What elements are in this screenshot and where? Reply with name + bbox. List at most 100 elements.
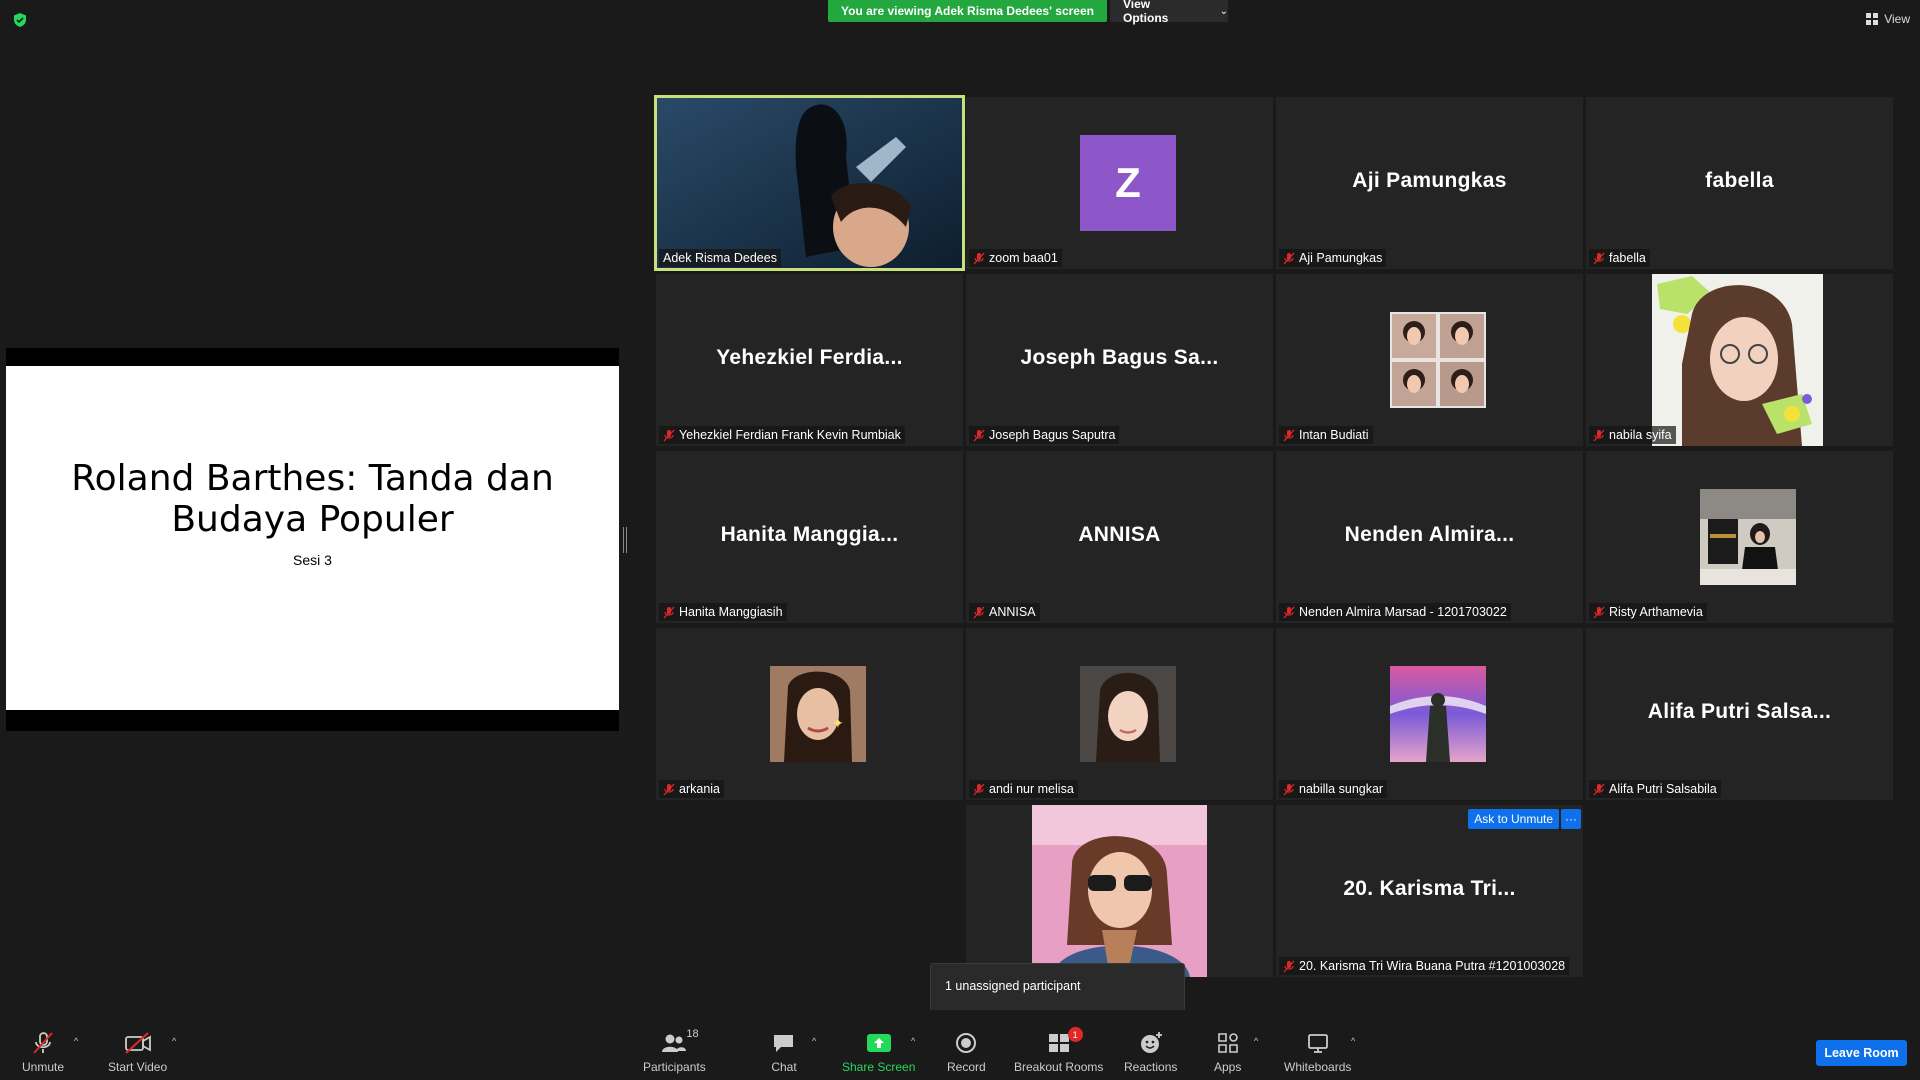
participant-tile-nabilla-sungkar[interactable]: nabilla sungkar — [1276, 628, 1583, 800]
participant-tile-yehezkiel[interactable]: Yehezkiel Ferdia... Yehezkiel Ferdian Fr… — [656, 274, 963, 446]
profile-picture — [1080, 666, 1176, 762]
gallery-grid-icon — [1866, 13, 1879, 25]
participant-display-name: ANNISA — [1078, 523, 1161, 546]
apps-options-caret-icon[interactable]: ^ — [1254, 1036, 1258, 1046]
chat-button[interactable]: Chat — [771, 1030, 797, 1074]
chat-icon — [771, 1030, 797, 1056]
participant-tile-karisma[interactable]: Ask to Unmute ··· 20. Karisma Tri... 20.… — [1276, 805, 1583, 977]
record-label: Record — [947, 1060, 986, 1074]
apps-button[interactable]: Apps — [1214, 1030, 1241, 1074]
slide-title: Roland Barthes: Tanda dan Budaya Populer — [6, 458, 619, 540]
unassigned-participant-tooltip[interactable]: 1 unassigned participant — [930, 963, 1185, 1017]
participant-name-label: nabila syifa — [1589, 426, 1676, 444]
participant-display-name: Joseph Bagus Sa... — [1020, 346, 1219, 369]
unmute-button[interactable]: Unmute — [22, 1030, 64, 1074]
participant-tile-aji[interactable]: Aji Pamungkas Aji Pamungkas — [1276, 97, 1583, 269]
participant-name-label: 20. Karisma Tri Wira Buana Putra #120100… — [1279, 957, 1570, 975]
participant-name-label: Adek Risma Dedees — [659, 249, 781, 267]
mic-muted-icon — [1593, 429, 1605, 441]
participant-name-label: zoom baa01 — [969, 249, 1062, 267]
ask-to-unmute-button[interactable]: Ask to Unmute — [1468, 809, 1559, 829]
breakout-rooms-label: Breakout Rooms — [1014, 1060, 1104, 1074]
participant-tile-risty[interactable]: Risty Arthamevia — [1586, 451, 1893, 623]
participant-tile-zoom-baa01[interactable]: Z zoom baa01 — [966, 97, 1273, 269]
leave-room-button[interactable]: Leave Room — [1816, 1040, 1907, 1066]
mic-muted-icon — [1283, 429, 1295, 441]
participant-name-label: nabilla sungkar — [1279, 780, 1388, 798]
participant-name-label: Nenden Almira Marsad - 1201703022 — [1279, 603, 1511, 621]
mic-muted-icon — [663, 606, 675, 618]
mic-muted-icon — [973, 783, 985, 795]
mic-muted-icon — [1283, 606, 1295, 618]
chevron-down-icon: ⌄ — [1219, 5, 1228, 17]
share-options-caret-icon[interactable]: ^ — [911, 1036, 915, 1046]
audio-options-caret-icon[interactable]: ^ — [74, 1036, 78, 1046]
mic-muted-icon — [663, 429, 675, 441]
participants-count: 18 — [686, 1028, 699, 1040]
participant-name-label: Intan Budiati — [1279, 426, 1373, 444]
profile-picture — [1390, 666, 1486, 762]
apps-label: Apps — [1214, 1060, 1242, 1074]
participant-tile-hanita[interactable]: Hanita Manggia... Hanita Manggiasih — [656, 451, 963, 623]
participant-tile-adek[interactable]: Adek Risma Dedees — [654, 95, 965, 271]
share-screen-label: Share Screen — [842, 1060, 916, 1074]
participant-name-label: arkania — [659, 780, 724, 798]
mic-muted-icon — [973, 606, 985, 618]
participant-tile-andi[interactable]: andi nur melisa — [966, 628, 1273, 800]
encryption-shield-icon[interactable] — [12, 12, 28, 28]
participants-icon: 18 — [660, 1028, 699, 1056]
smiley-plus-icon — [1138, 1030, 1164, 1056]
participant-tile-nenden[interactable]: Nenden Almira... Nenden Almira Marsad - … — [1276, 451, 1583, 623]
more-options-button[interactable]: ··· — [1561, 809, 1581, 829]
participant-name-label: fabella — [1589, 249, 1650, 267]
mic-muted-icon — [1283, 960, 1295, 972]
view-button[interactable]: View — [1866, 8, 1910, 30]
participant-display-name: fabella — [1705, 169, 1774, 192]
participant-tile-joseph[interactable]: Joseph Bagus Sa... Joseph Bagus Saputra — [966, 274, 1273, 446]
participant-name-label: Risty Arthamevia — [1589, 603, 1707, 621]
participant-tile-photo[interactable] — [966, 805, 1273, 977]
slide-subtitle: Sesi 3 — [293, 552, 332, 568]
participant-tile-annisa[interactable]: ANNISA ANNISA — [966, 451, 1273, 623]
zoom-meeting-window: You are viewing Adek Risma Dedees' scree… — [0, 0, 1920, 1080]
chat-options-caret-icon[interactable]: ^ — [812, 1036, 816, 1046]
whiteboards-button[interactable]: Whiteboards — [1284, 1030, 1351, 1074]
viewing-screen-banner: You are viewing Adek Risma Dedees' scree… — [828, 0, 1107, 22]
breakout-rooms-icon: 1 — [1047, 1027, 1083, 1056]
record-button[interactable]: Record — [947, 1030, 986, 1074]
participant-name-label: Yehezkiel Ferdian Frank Kevin Rumbiak — [659, 426, 905, 444]
participant-tile-arkania[interactable]: ✦ arkania — [656, 628, 963, 800]
avatar: Z — [1080, 135, 1176, 231]
mic-muted-icon — [1283, 252, 1295, 264]
unmute-label: Unmute — [22, 1060, 65, 1074]
participant-name-label: ANNISA — [969, 603, 1040, 621]
video-options-caret-icon[interactable]: ^ — [172, 1036, 176, 1046]
slide-title-line-1: Roland Barthes: Tanda dan — [71, 458, 554, 499]
participant-tile-alifa[interactable]: Alifa Putri Salsa... Alifa Putri Salsabi… — [1586, 628, 1893, 800]
chat-label: Chat — [771, 1060, 797, 1074]
whiteboard-icon — [1306, 1030, 1330, 1056]
participant-name-label: andi nur melisa — [969, 780, 1078, 798]
mic-muted-icon — [30, 1030, 56, 1056]
view-options-label: View Options — [1123, 0, 1169, 25]
participant-tile-intan[interactable]: Intan Budiati — [1276, 274, 1583, 446]
participant-tile-fabella[interactable]: fabella fabella — [1586, 97, 1893, 269]
participant-tile-nabila-syifa[interactable]: nabila syifa — [1586, 274, 1893, 446]
participant-name-label: Alifa Putri Salsabila — [1589, 780, 1721, 798]
split-view-drag-handle[interactable] — [623, 527, 627, 553]
mic-muted-icon — [1283, 783, 1295, 795]
reactions-button[interactable]: Reactions — [1124, 1030, 1177, 1074]
whiteboard-options-caret-icon[interactable]: ^ — [1351, 1036, 1355, 1046]
mic-muted-icon — [1593, 606, 1605, 618]
share-screen-button[interactable]: Share Screen — [842, 1030, 915, 1074]
start-video-button[interactable]: Start Video — [108, 1030, 167, 1074]
share-screen-icon — [866, 1030, 891, 1056]
participants-button[interactable]: 18 Participants — [643, 1028, 706, 1074]
mic-muted-icon — [973, 252, 985, 264]
participant-name-label: Hanita Manggiasih — [659, 603, 787, 621]
breakout-rooms-button[interactable]: 1 Breakout Rooms — [1014, 1027, 1104, 1074]
view-options-dropdown[interactable]: View Options ⌄ — [1110, 0, 1228, 25]
mic-muted-icon — [1593, 783, 1605, 795]
mic-muted-icon — [1593, 252, 1605, 264]
whiteboards-label: Whiteboards — [1284, 1060, 1352, 1074]
